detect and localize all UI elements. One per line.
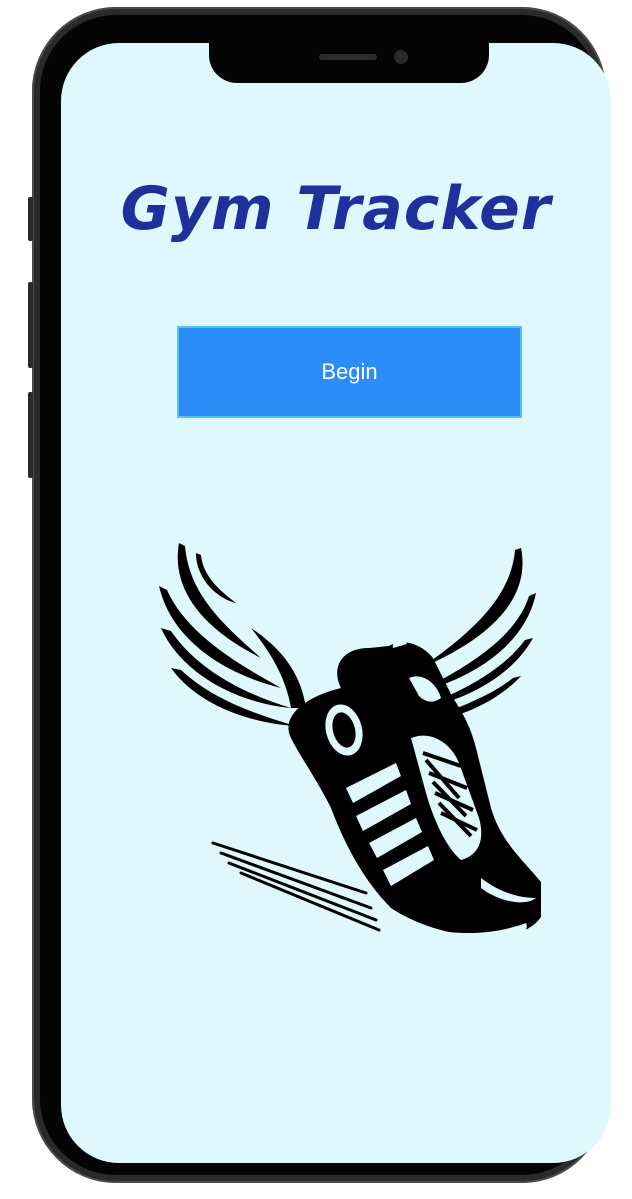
- volume-down-button: [28, 392, 33, 478]
- left-wing: [159, 543, 306, 726]
- speaker-grille: [319, 54, 377, 60]
- app-title: Gym Tracker: [120, 174, 552, 244]
- app-screen: Gym Tracker Begin: [61, 43, 611, 1163]
- volume-up-button: [28, 282, 33, 368]
- phone-frame: Gym Tracker Begin: [28, 7, 611, 1183]
- begin-button[interactable]: Begin: [177, 326, 522, 418]
- front-camera: [394, 50, 408, 64]
- winged-running-shoe-icon: [159, 543, 541, 938]
- notch: [209, 43, 489, 83]
- mute-switch: [28, 197, 33, 241]
